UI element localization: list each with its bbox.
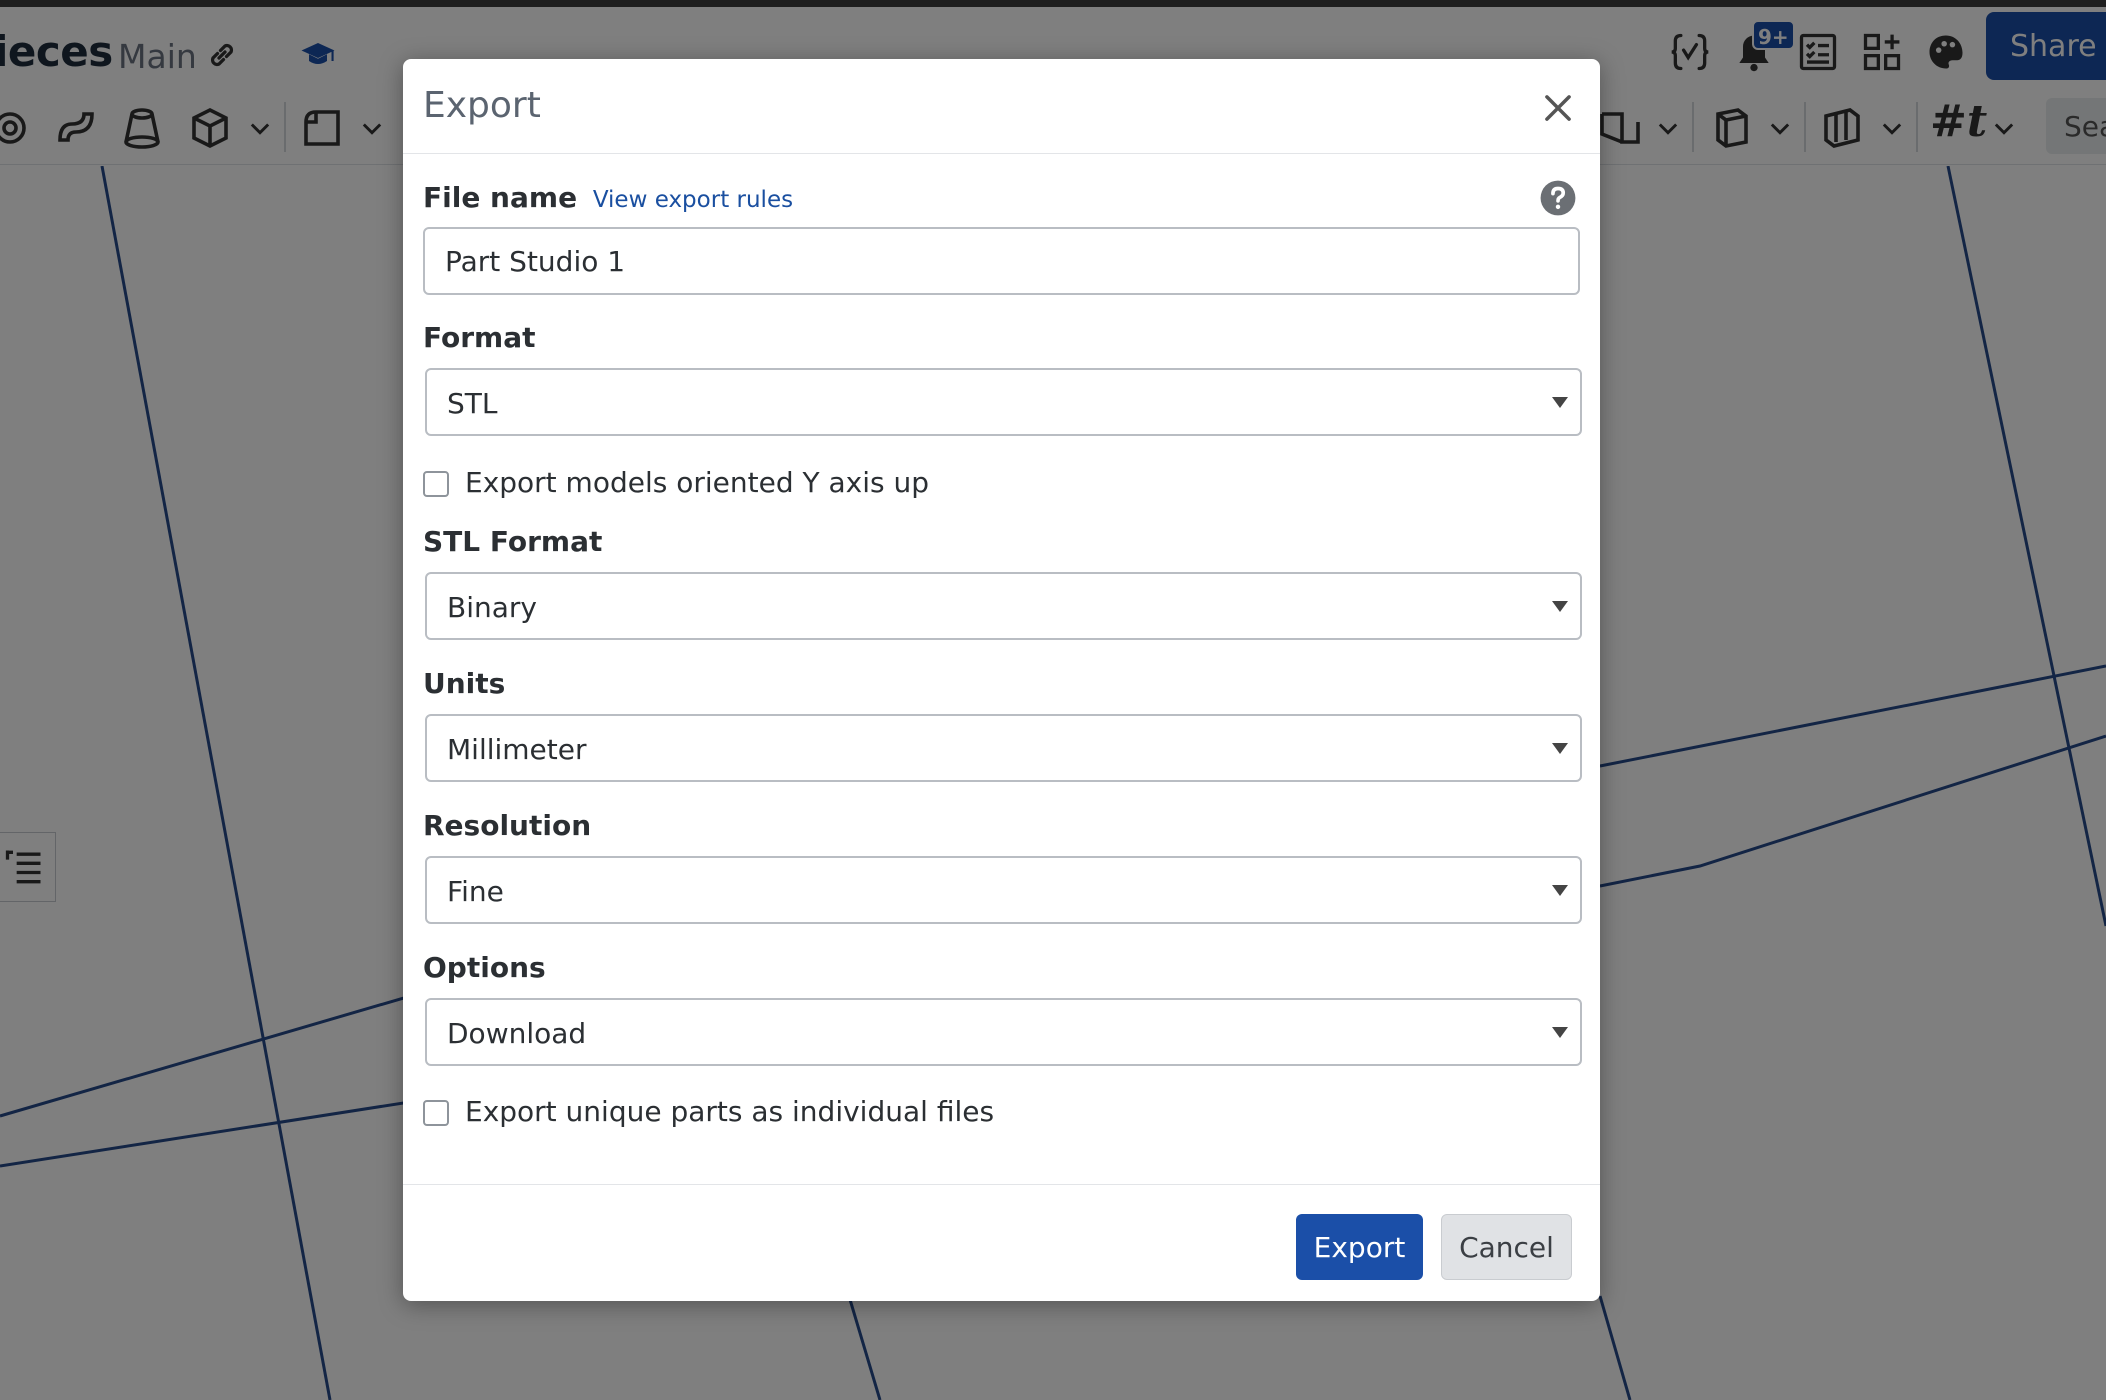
- options-value: Download: [447, 1017, 587, 1050]
- view-export-rules-link[interactable]: View export rules: [593, 187, 793, 213]
- dialog-title: Export: [423, 85, 541, 126]
- cancel-button[interactable]: Cancel: [1441, 1214, 1572, 1280]
- help-icon[interactable]: [1539, 179, 1577, 217]
- caret-down-icon: [1552, 885, 1568, 896]
- units-value: Millimeter: [447, 733, 587, 766]
- dialog-header: Export: [403, 59, 1600, 154]
- units-select[interactable]: Millimeter: [425, 714, 1582, 782]
- file-name-label-row: File name View export rules: [423, 181, 793, 214]
- format-value: STL: [447, 387, 498, 420]
- options-select[interactable]: Download: [425, 998, 1582, 1066]
- unique-parts-label[interactable]: Export unique parts as individual files: [465, 1095, 994, 1128]
- caret-down-icon: [1552, 743, 1568, 754]
- stl-format-select[interactable]: Binary: [425, 572, 1582, 640]
- options-label: Options: [423, 951, 546, 984]
- unique-parts-checkbox[interactable]: [423, 1100, 449, 1126]
- file-name-label: File name: [423, 181, 578, 214]
- close-icon[interactable]: [1539, 89, 1577, 127]
- y-axis-up-label[interactable]: Export models oriented Y axis up: [465, 466, 929, 499]
- y-axis-up-checkbox[interactable]: [423, 471, 449, 497]
- units-label: Units: [423, 667, 506, 700]
- format-label: Format: [423, 321, 536, 354]
- format-select[interactable]: STL: [425, 368, 1582, 436]
- caret-down-icon: [1552, 601, 1568, 612]
- resolution-select[interactable]: Fine: [425, 856, 1582, 924]
- caret-down-icon: [1552, 397, 1568, 408]
- stl-format-value: Binary: [447, 591, 537, 624]
- caret-down-icon: [1552, 1027, 1568, 1038]
- file-name-input[interactable]: [423, 227, 1580, 295]
- resolution-label: Resolution: [423, 809, 592, 842]
- export-dialog: Export File name View export rules Forma…: [403, 59, 1600, 1301]
- resolution-value: Fine: [447, 875, 504, 908]
- stl-format-label: STL Format: [423, 525, 603, 558]
- export-button[interactable]: Export: [1296, 1214, 1423, 1280]
